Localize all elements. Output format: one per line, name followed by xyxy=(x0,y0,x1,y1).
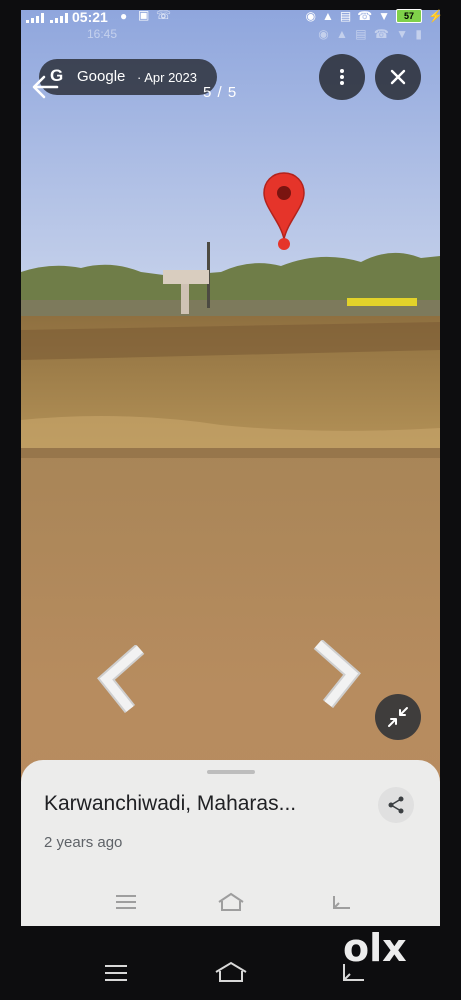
inner-navigation-bar xyxy=(21,884,440,924)
vibrate-icon: ▤ xyxy=(339,9,352,23)
menu-icon[interactable] xyxy=(115,894,137,910)
call-icon: ☎ xyxy=(357,9,373,23)
imagery-attribution-chip[interactable]: G Google · Apr 2023 xyxy=(39,59,217,95)
back-icon[interactable] xyxy=(330,892,352,912)
secondary-status-time: 16:45 xyxy=(87,27,118,41)
drag-handle[interactable] xyxy=(207,770,255,774)
close-button[interactable] xyxy=(375,54,421,100)
exit-fullscreen-button[interactable] xyxy=(375,694,421,740)
wifi-icon: ▼ xyxy=(378,9,391,23)
home-icon[interactable] xyxy=(217,892,245,912)
imagery-date: · Apr 2023 xyxy=(137,70,197,85)
svg-text:olx: olx xyxy=(343,926,407,970)
close-icon xyxy=(390,69,406,85)
photo-counter: 5 / 5 xyxy=(203,84,238,101)
signal-icon xyxy=(50,13,68,23)
chevron-left-icon[interactable] xyxy=(90,645,146,713)
fullscreen-exit-icon xyxy=(388,707,408,727)
arrow-left-icon[interactable] xyxy=(30,73,60,101)
home-icon[interactable] xyxy=(214,960,248,984)
chevron-right-icon[interactable] xyxy=(312,640,368,708)
location-icon: ◉ xyxy=(305,9,316,23)
status-icons: ◉ ▲ ▤ ☎ ▼ 57 ⚡ xyxy=(305,9,443,23)
secondary-status-icons: ◉ ▲ ▤ ☎ ▼ ▮ xyxy=(318,27,424,41)
imagery-provider: Google xyxy=(77,68,126,85)
more-vert-icon xyxy=(340,69,344,85)
share-icon xyxy=(388,796,404,814)
battery-icon: 57 xyxy=(396,9,423,23)
bluetooth-icon: ▲ xyxy=(321,9,334,23)
secondary-status-bar: 16:45 ◉ ▲ ▤ ☎ ▼ ▮ xyxy=(21,26,440,42)
status-time: 05:21 xyxy=(72,9,108,25)
whatsapp-icon: ☏ xyxy=(156,8,172,22)
more-options-button[interactable] xyxy=(319,54,365,100)
share-button[interactable] xyxy=(378,787,414,823)
place-name: Karwanchiwadi, Maharas... xyxy=(44,792,297,815)
menu-icon[interactable] xyxy=(104,964,128,982)
olx-logo: olx xyxy=(343,926,407,970)
place-info-sheet[interactable]: Karwanchiwadi, Maharas... 2 years ago xyxy=(21,760,440,926)
olx-watermark: olx xyxy=(343,924,433,977)
charging-icon: ⚡ xyxy=(428,9,443,23)
map-pin-icon[interactable] xyxy=(262,171,306,253)
signal-icon xyxy=(26,13,44,23)
status-bar: 05:21 ● ▣ ☏ ◉ ▲ ▤ ☎ ▼ 57 ⚡ xyxy=(0,0,461,28)
instagram-icon: ▣ xyxy=(138,8,150,22)
snapchat-icon: ● xyxy=(120,9,128,23)
capture-age: 2 years ago xyxy=(44,834,123,851)
